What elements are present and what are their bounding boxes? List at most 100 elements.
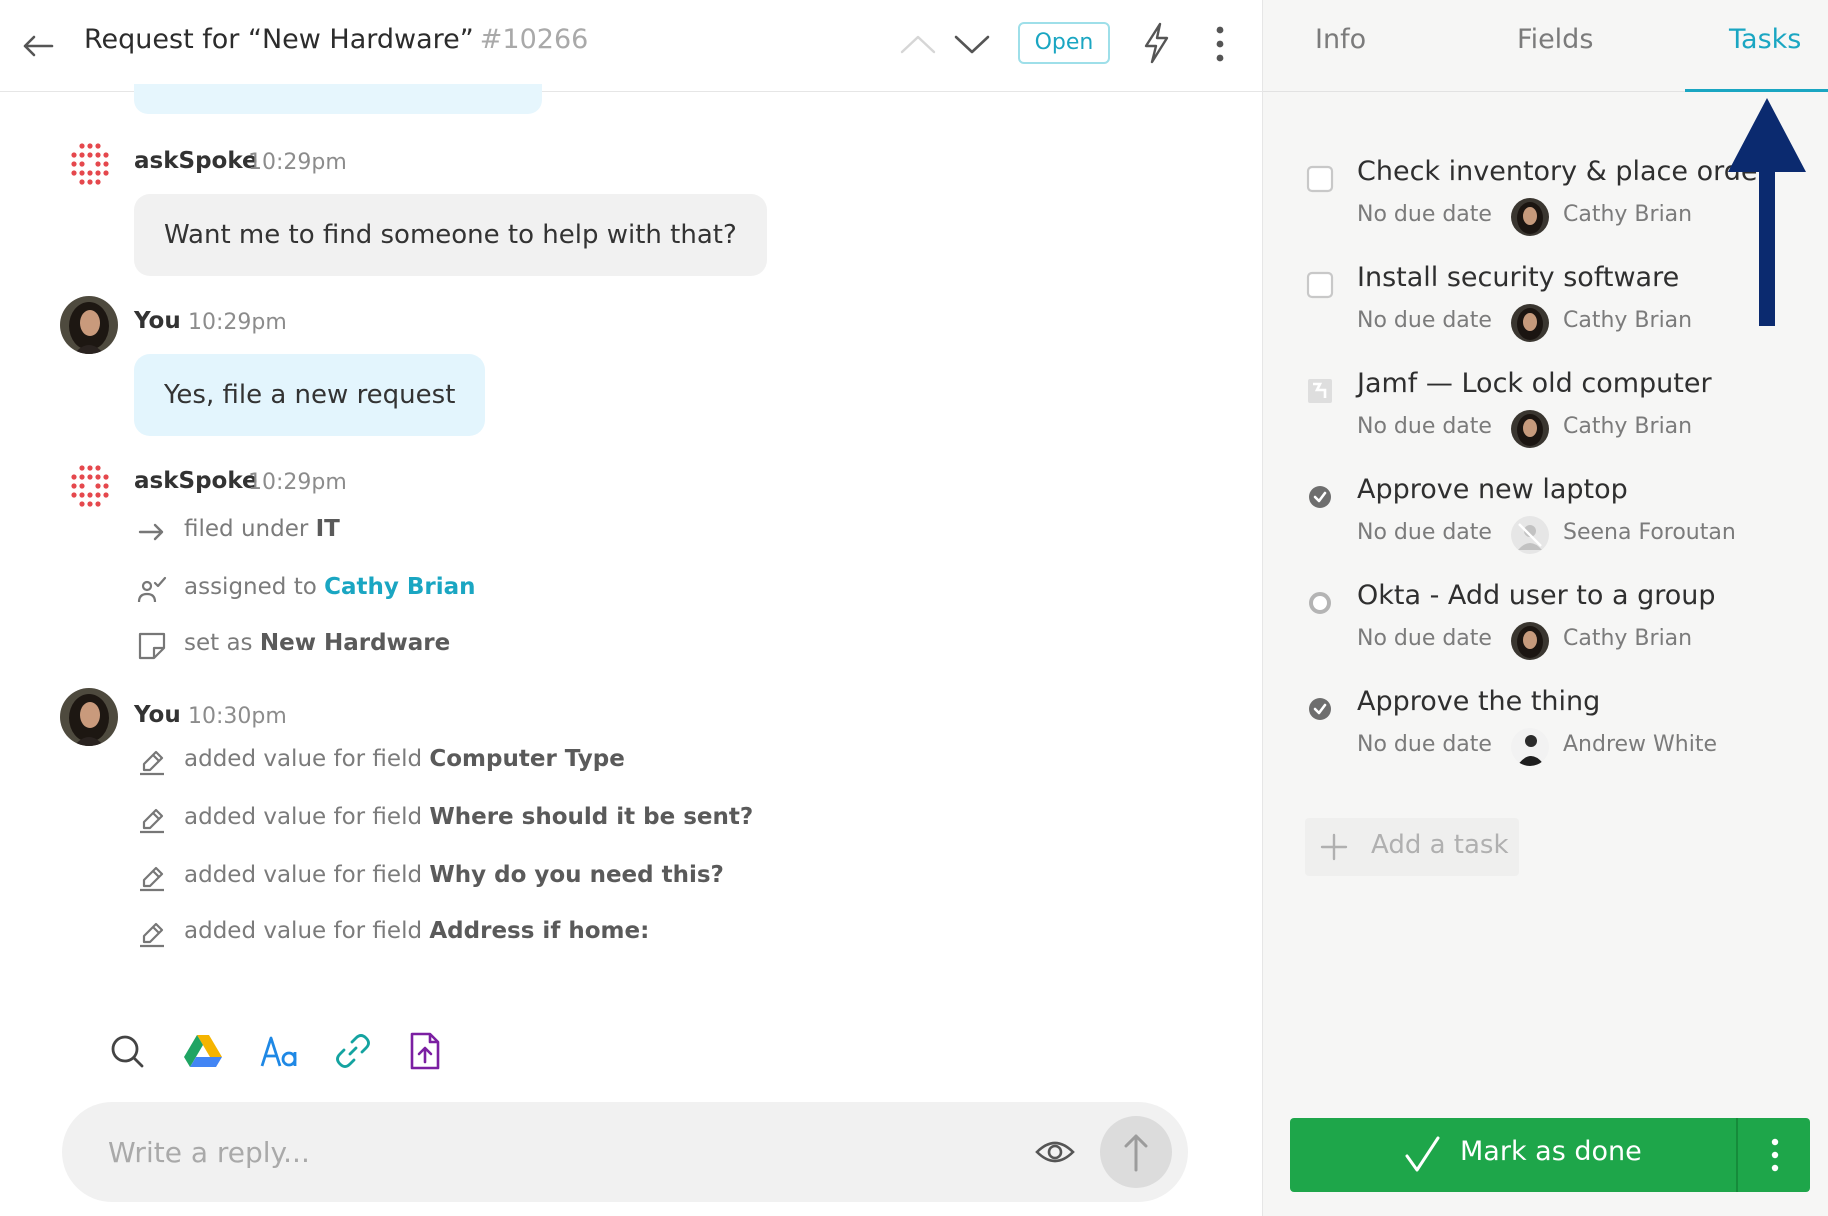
task-due-date: No due date xyxy=(1357,202,1492,227)
search-icon[interactable] xyxy=(106,1030,148,1072)
task-assignee: Cathy Brian xyxy=(1563,414,1693,439)
request-header: Request for “New Hardware” #10266 Open xyxy=(0,0,1262,92)
avatar[interactable] xyxy=(60,688,118,746)
eye-icon[interactable] xyxy=(1034,1132,1076,1172)
checkbox-icon[interactable] xyxy=(1305,164,1335,194)
assign-user-icon xyxy=(137,576,167,603)
activity-text: assigned to xyxy=(184,574,317,600)
activity-text: added value for field xyxy=(184,862,423,888)
task-title: Install security software xyxy=(1357,262,1680,293)
avatar xyxy=(1511,198,1549,236)
message-time: 10:29pm xyxy=(188,310,287,335)
file-upload-icon[interactable] xyxy=(404,1030,446,1072)
field-name: Why do you need this? xyxy=(429,862,724,888)
field-name: Where should it be sent? xyxy=(429,804,754,830)
message-bubble: Yes, file a new request xyxy=(134,354,486,436)
tab-tasks[interactable]: Tasks xyxy=(1729,24,1801,55)
askspoke-logo-icon xyxy=(71,465,109,507)
back-arrow-icon[interactable] xyxy=(18,26,58,66)
assignee-link[interactable]: Cathy Brian xyxy=(324,574,475,600)
request-number: #10266 xyxy=(479,24,589,55)
task-assignee: Cathy Brian xyxy=(1563,626,1693,651)
task-item[interactable]: Jamf — Lock old computer No due date Cat… xyxy=(1263,358,1828,464)
conversation-pane: Request for “New Hardware” #10266 Open as… xyxy=(0,0,1262,1216)
activity-text: set as xyxy=(184,630,253,656)
activity-text: added value for field xyxy=(184,746,423,772)
task-title: Okta - Add user to a group xyxy=(1357,580,1716,611)
pending-circle-icon xyxy=(1309,592,1331,614)
askspoke-logo-icon xyxy=(71,143,109,185)
reply-input[interactable] xyxy=(108,1128,908,1176)
message-sender: You xyxy=(134,702,181,728)
more-options-icon[interactable] xyxy=(1208,22,1232,66)
checkmark-icon xyxy=(1405,1136,1440,1172)
avatar xyxy=(1511,516,1549,554)
task-assignee: Cathy Brian xyxy=(1563,202,1693,227)
button-divider xyxy=(1736,1118,1738,1192)
arrow-up-icon xyxy=(1124,1134,1148,1172)
text-format-icon[interactable] xyxy=(258,1030,300,1072)
task-assignee: Seena Foroutan xyxy=(1563,520,1736,545)
task-due-date: No due date xyxy=(1357,732,1492,757)
lightning-bolt-icon[interactable] xyxy=(1136,20,1176,66)
task-title: Check inventory & place order xyxy=(1357,156,1769,187)
plus-icon xyxy=(1320,833,1348,861)
message-bubble: Want me to find someone to help with tha… xyxy=(134,194,767,276)
sidebar-tabs: Info Fields Tasks xyxy=(1263,0,1828,92)
approved-check-icon xyxy=(1309,486,1331,508)
status-badge[interactable]: Open xyxy=(1018,22,1110,64)
tab-info[interactable]: Info xyxy=(1315,24,1366,55)
task-title: Jamf — Lock old computer xyxy=(1357,368,1712,399)
avatar xyxy=(1511,304,1549,342)
edit-pencil-icon xyxy=(140,808,164,834)
mark-as-done-button[interactable]: Mark as done xyxy=(1290,1118,1810,1192)
add-task-label: Add a task xyxy=(1371,830,1509,860)
task-item[interactable]: Okta - Add user to a group No due date C… xyxy=(1263,570,1828,676)
add-task-button[interactable]: Add a task xyxy=(1305,818,1519,876)
task-item[interactable]: Approve new laptop No due date Seena For… xyxy=(1263,464,1828,570)
avatar xyxy=(1511,622,1549,660)
checkbox-icon[interactable] xyxy=(1305,270,1335,300)
message-time: 10:29pm xyxy=(248,150,347,175)
activity-text: added value for field xyxy=(184,918,423,944)
approved-check-icon xyxy=(1309,698,1331,720)
google-drive-icon[interactable] xyxy=(182,1030,224,1072)
reply-composer xyxy=(62,1102,1188,1202)
activity-value: IT xyxy=(315,516,340,542)
send-button[interactable] xyxy=(1100,1116,1172,1188)
request-title: Request for “New Hardware” xyxy=(84,24,474,55)
task-assignee: Cathy Brian xyxy=(1563,308,1693,333)
task-assignee: Andrew White xyxy=(1563,732,1718,757)
field-name: Computer Type xyxy=(429,746,625,772)
task-due-date: No due date xyxy=(1357,414,1492,439)
task-due-date: No due date xyxy=(1357,520,1492,545)
activity-text: filed under xyxy=(184,516,309,542)
previous-request-icon[interactable] xyxy=(898,26,938,62)
activity-text: added value for field xyxy=(184,804,423,830)
edit-pencil-icon xyxy=(140,866,164,892)
arrow-right-icon xyxy=(138,523,164,541)
next-request-icon[interactable] xyxy=(952,26,992,62)
edit-pencil-icon xyxy=(140,922,164,948)
message-time: 10:30pm xyxy=(188,704,287,729)
link-icon[interactable] xyxy=(332,1030,374,1072)
sticky-note-icon xyxy=(138,632,166,660)
avatar[interactable] xyxy=(60,296,118,354)
task-item[interactable]: Approve the thing No due date Andrew Whi… xyxy=(1263,676,1828,782)
page-title: Request for “New Hardware” #10266 xyxy=(84,24,588,55)
tab-fields[interactable]: Fields xyxy=(1517,24,1593,55)
active-tab-indicator xyxy=(1685,89,1828,92)
mark-as-done-label: Mark as done xyxy=(1460,1136,1642,1167)
more-options-icon[interactable] xyxy=(1760,1132,1790,1178)
annotation-arrow-icon xyxy=(1728,98,1806,326)
message-sender: askSpoke xyxy=(134,468,258,494)
previous-message-bubble xyxy=(134,84,542,114)
task-title: Approve new laptop xyxy=(1357,474,1628,505)
jamf-integration-icon xyxy=(1308,379,1332,403)
task-title: Approve the thing xyxy=(1357,686,1601,717)
activity-value: New Hardware xyxy=(259,630,451,656)
avatar xyxy=(1511,410,1549,448)
task-due-date: No due date xyxy=(1357,626,1492,651)
task-due-date: No due date xyxy=(1357,308,1492,333)
field-name: Address if home: xyxy=(429,918,650,944)
